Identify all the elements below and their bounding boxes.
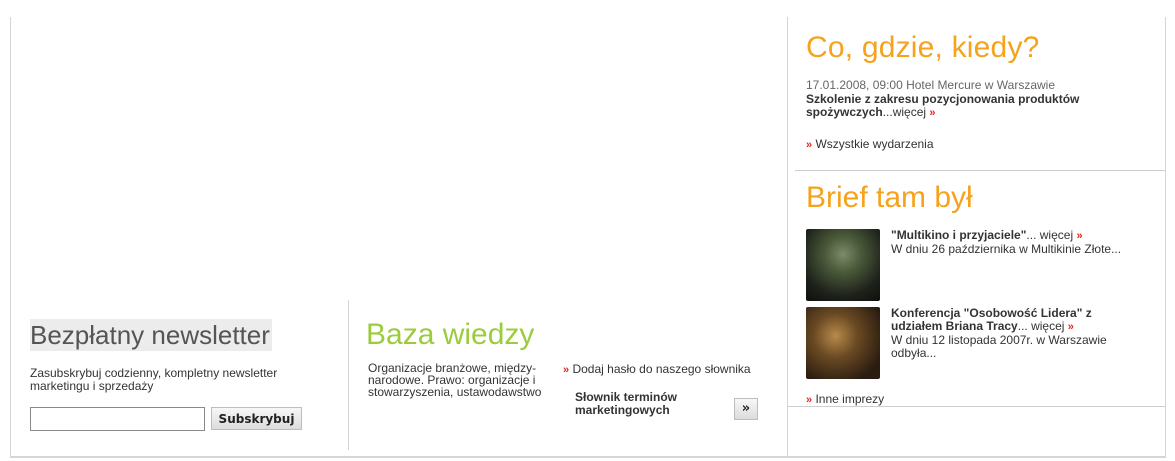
brief-desc: W dniu 12 listopada 2007r. w Warszawie o… [891, 333, 1107, 360]
newsletter-description: Zasubskrybuj codzienny, kompletny newsle… [30, 366, 278, 393]
brief-item: Konferencja "Osobowość Lidera" z udziałe… [806, 307, 1146, 381]
arrow-icon: » [929, 107, 936, 119]
all-events-label: Wszystkie wydarzenia [815, 137, 934, 151]
event-photo[interactable] [806, 229, 880, 301]
brief-text: "Multikino i przyjaciele"... więcej » W … [891, 229, 1141, 256]
newsletter-heading: Bezpłatny newsletter [30, 319, 272, 351]
event-more-link[interactable]: ...więcej [883, 105, 926, 119]
other-events-link[interactable]: » Inne imprezy [806, 392, 884, 406]
arrow-icon: » [1067, 321, 1074, 333]
dictionary-label[interactable]: Słownik terminów marketingowych [575, 391, 725, 417]
arrow-icon: » [1076, 230, 1083, 242]
arrow-icon: » [806, 394, 813, 406]
brief-text: Konferencja "Osobowość Lidera" z udziałe… [891, 307, 1141, 360]
event-item: Szkolenie z zakresu pozycjonowania produ… [806, 93, 1146, 120]
add-term-label: Dodaj hasło do naszego słownika [572, 362, 751, 376]
arrow-icon: » [563, 364, 570, 376]
section-divider [795, 170, 1166, 171]
add-term-link[interactable]: » Dodaj hasło do naszego słownika [563, 362, 751, 376]
brief-item: "Multikino i przyjaciele"... więcej » W … [806, 229, 1146, 303]
event-date-location: 17.01.2008, 09:00 Hotel Mercure w Warsza… [806, 78, 1056, 92]
brief-more-link[interactable]: ... więcej [1018, 319, 1065, 333]
column-divider [787, 17, 788, 458]
knowledge-description[interactable]: Organizacje branżowe, między-narodowe. P… [368, 362, 548, 398]
brief-title-link[interactable]: "Multikino i przyjaciele" [891, 228, 1026, 242]
section-divider [788, 406, 1166, 407]
newsletter-email-input[interactable] [30, 407, 205, 431]
event-title-link[interactable]: Szkolenie z zakresu pozycjonowania produ… [806, 92, 1079, 119]
brief-more-link[interactable]: ... więcej [1026, 228, 1073, 242]
dictionary-go-button[interactable]: » [734, 398, 758, 420]
brief-desc: W dniu 26 października w Multikinie Złot… [891, 242, 1122, 256]
brief-heading: Brief tam był [806, 181, 973, 214]
event-photo[interactable] [806, 307, 880, 379]
subscribe-button[interactable]: Subskrybuj [211, 407, 302, 430]
knowledge-heading: Baza wiedzy [366, 318, 535, 351]
section-divider [348, 300, 349, 450]
all-events-link[interactable]: » Wszystkie wydarzenia [806, 137, 934, 151]
other-events-label: Inne imprezy [815, 392, 885, 406]
arrow-icon: » [806, 139, 813, 151]
events-heading: Co, gdzie, kiedy? [806, 31, 1040, 64]
